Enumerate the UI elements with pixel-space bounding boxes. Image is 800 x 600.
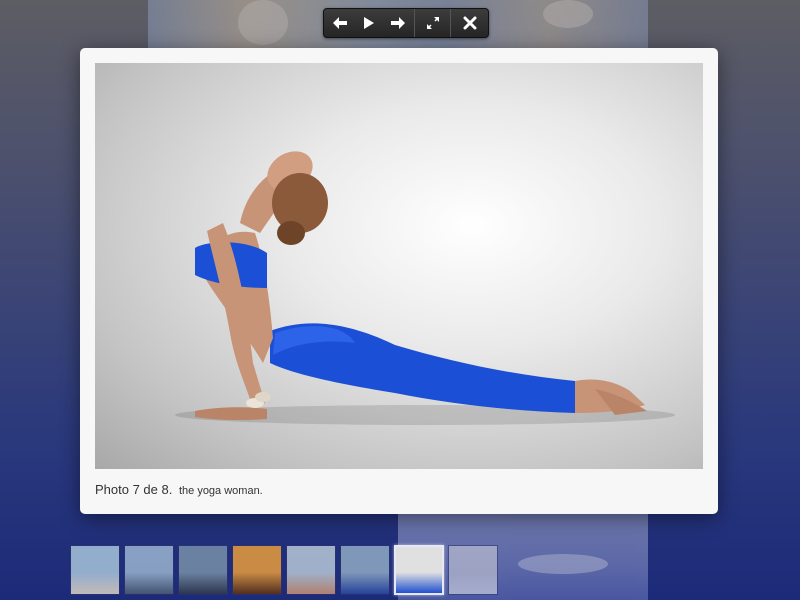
close-button[interactable] [450, 9, 488, 37]
close-icon [463, 16, 476, 30]
next-button[interactable] [382, 9, 414, 37]
thumbnail-strip [70, 545, 498, 595]
fullscreen-button[interactable] [414, 9, 450, 37]
thumbnail-4[interactable] [232, 545, 282, 595]
lightbox-panel: Photo 7 de 8. the yoga woman. [80, 48, 718, 514]
photo-caption: Photo 7 de 8. the yoga woman. [95, 482, 263, 497]
slideshow-toolbar [323, 8, 489, 38]
play-button[interactable] [356, 9, 382, 37]
thumbnail-2[interactable] [124, 545, 174, 595]
arrow-right-icon [391, 17, 405, 29]
thumbnail-8[interactable] [448, 545, 498, 595]
photo-title: the yoga woman. [178, 485, 263, 497]
thumbnail-6[interactable] [340, 545, 390, 595]
thumbnail-7[interactable] [394, 545, 444, 595]
photo-counter: Photo 7 de 8. [95, 482, 173, 497]
thumbnail-3[interactable] [178, 545, 228, 595]
main-photo[interactable] [95, 63, 703, 469]
play-icon [364, 17, 374, 29]
thumbnail-5[interactable] [286, 545, 336, 595]
expand-icon [426, 17, 439, 29]
yoga-woman-illustration [175, 151, 675, 425]
thumbnail-1[interactable] [70, 545, 120, 595]
arrow-left-icon [333, 17, 347, 29]
previous-button[interactable] [324, 9, 356, 37]
